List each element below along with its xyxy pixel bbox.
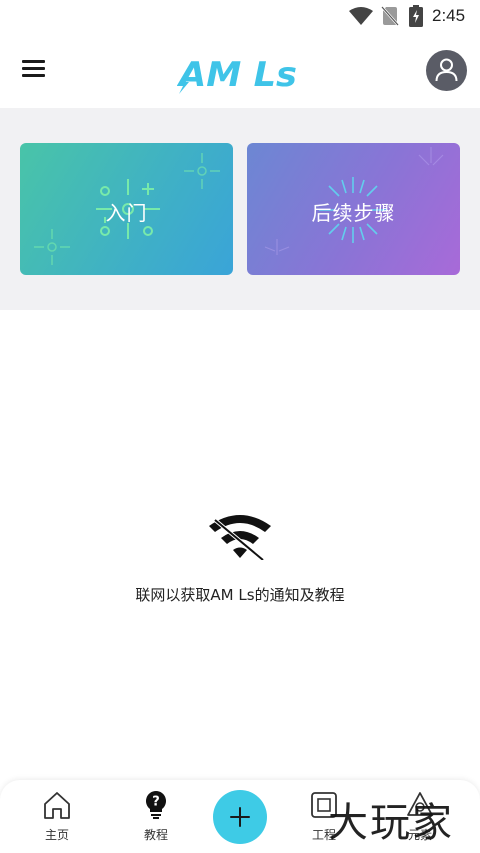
nav-tutorial[interactable]: ? 教程 <box>121 790 191 843</box>
watermark: 大玩家 <box>328 800 454 846</box>
wifi-off-icon <box>209 515 271 560</box>
offline-message: 联网以获取AM Ls的通知及教程 <box>135 586 345 604</box>
app-bar: AM Ls <box>0 34 480 108</box>
nav-label: 主页 <box>44 828 69 842</box>
wifi-signal-icon <box>349 7 373 25</box>
status-bar: 2:45 <box>0 0 480 34</box>
user-icon <box>435 58 458 82</box>
help-bulb-icon: ? <box>146 791 166 819</box>
logo-text: AM Ls <box>177 55 297 94</box>
card-label: 后续步骤 <box>311 201 396 225</box>
no-sim-icon <box>381 6 399 26</box>
menu-button[interactable] <box>16 52 50 86</box>
nav-home[interactable]: 主页 <box>22 790 92 843</box>
bottom-navigation: 主页 ? 教程 工程 元素 大玩家 <box>0 780 480 853</box>
menu-icon <box>22 60 45 63</box>
svg-text:?: ? <box>152 795 160 810</box>
add-project-button[interactable] <box>213 790 267 844</box>
app-logo: AM Ls <box>177 55 297 94</box>
account-avatar-button[interactable] <box>426 50 467 91</box>
card-label: 入门 <box>105 201 148 225</box>
battery-charging-icon <box>409 5 423 27</box>
getting-started-card[interactable]: 入门 <box>20 143 233 275</box>
status-time: 2:45 <box>432 6 466 25</box>
tutorial-cards-area: 入门 后续步骤 <box>0 108 480 310</box>
home-icon <box>44 792 70 819</box>
next-steps-card[interactable]: 后续步骤 <box>247 143 460 275</box>
nav-label: 教程 <box>143 828 168 842</box>
